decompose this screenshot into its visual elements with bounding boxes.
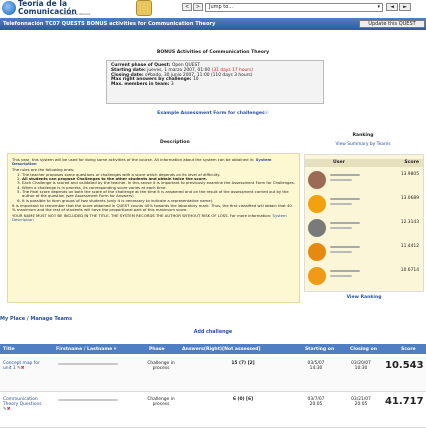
page-title: BONUS Activities of Communication Theory [156,50,270,55]
mascot-icon [136,0,152,16]
nav-forward-button[interactable]: > [193,3,203,11]
next-activity-button[interactable]: ► [399,3,411,11]
description-panel: This year, this system will be used for … [7,153,300,303]
start-date-cell: 03/7/07 20:05 [307,397,325,407]
nav-back-button[interactable]: < [182,3,192,11]
view-summary-link[interactable]: View Summary by Teams [304,142,422,147]
example-assessment-label: Example Assessment Form for challenges [157,111,265,116]
answers-cell[interactable]: 15 (7) [2] [218,361,268,366]
col-close[interactable]: Closing on [350,347,377,352]
ranking-heading: Ranking [352,133,374,138]
user-name-redacted [330,174,360,176]
col-start[interactable]: Starting on [305,347,334,352]
add-challenge-link[interactable]: Add challenge [0,330,426,335]
ranking-score: 13.0689 [400,196,419,201]
col-title[interactable]: Title [3,347,15,352]
header: Teoría de la Comunicación Universidad de… [0,0,426,18]
app-subtitle: Universidad de Valladolid [60,13,91,16]
ranking-table: User Score 13.9805 13.0689 12.3143 11.4412 1… [304,154,424,292]
avatar[interactable] [308,243,326,261]
important-note: It is important to remember that the sco… [12,202,292,213]
avatar[interactable] [308,171,326,189]
avatar[interactable] [308,267,326,285]
ranking-row[interactable]: 13.0689 [305,193,423,215]
challenge-title-link[interactable]: Communication Theory Questions ✎✖ [3,397,49,412]
ranking-row[interactable]: 13.9805 [305,169,423,191]
score-cell: 41.717 [385,396,424,407]
view-ranking-link[interactable]: View Ranking [304,295,424,300]
avatar[interactable] [308,219,326,237]
ranking-score: 13.9805 [400,172,419,177]
col-answers[interactable]: Answers(Right)[Not assessed] [182,347,261,352]
phase-cell: Challenge in process [147,361,175,371]
col-phase[interactable]: Phase [149,347,165,352]
update-quest-button[interactable]: Update this QUEST [359,20,425,28]
user-name-redacted [330,227,352,229]
author-name-redacted [58,399,118,401]
user-name-redacted [330,179,352,181]
description-intro: This year, this system will be used for … [12,157,255,162]
quest-info-box: Current phase of Quest: Open QUEST Start… [106,60,324,104]
teams-table-header: Title Firstname / Lastname ▾ Phase Answe… [0,344,426,354]
col-name[interactable]: Firstname / Lastname ▾ [56,347,116,352]
max-answers-value: 10 [192,77,199,83]
score-cell: 10.543 [385,360,424,371]
start-date-cell: 03/5/07 14:30 [307,361,325,371]
max-members-label: Max. members in team: [111,82,170,88]
user-name-redacted [330,203,352,205]
breadcrumb[interactable]: Telefonnación TC07 QUESTS BONUS activiti… [3,21,215,27]
navigation-bar: Telefonnación TC07 QUESTS BONUS activiti… [0,18,426,30]
challenge-title-link[interactable]: Concept map for unit 1 ✎✖ [3,361,49,371]
table-row: Concept map for unit 1 ✎✖ Challenge in pr… [0,357,426,392]
prev-activity-button[interactable]: ◄ [386,3,398,11]
breadcrumb-my-place[interactable]: My Place / Manage Teams [0,316,72,322]
col-score[interactable]: Score [401,347,416,352]
ranking-header: User Score [305,159,423,167]
user-name-redacted [330,270,360,272]
example-assessment-link[interactable]: Example Assessment Form for challenges☉ [0,111,426,116]
user-name-redacted [330,222,360,224]
ranking-row[interactable]: 12.3143 [305,217,423,239]
ranking-row[interactable]: 11.4412 [305,241,423,263]
ranking-col-score: Score [404,160,419,165]
ranking-score: 10.6714 [400,268,419,273]
avatar[interactable] [308,195,326,213]
ranking-row[interactable]: 10.6714 [305,265,423,287]
table-row: Communication Theory Questions ✎✖ Challen… [0,393,426,428]
close-date-cell: 03/20/07 10:30 [351,361,371,371]
user-name-redacted [330,275,352,277]
ranking-col-user: User [333,160,345,165]
ranking-score: 12.3143 [400,220,419,225]
max-members-value: 3 [170,82,174,88]
user-name-redacted [330,198,360,200]
logo-icon [2,1,16,15]
delete-icon[interactable]: ✖ [7,407,11,412]
description-heading: Description [160,140,190,145]
delete-icon[interactable]: ✖ [21,366,25,371]
rules-list: The teacher proposes some questions or c… [22,172,295,203]
user-name-redacted [330,251,352,253]
author-name-redacted [58,363,118,365]
jump-to-label: Jump to... [209,4,233,10]
chevron-down-icon: ▾ [377,4,380,10]
user-name-redacted [330,246,360,248]
sort-icon: ▾ [113,347,117,352]
close-date-cell: 03/21/07 20:05 [351,397,371,407]
ranking-score: 11.4412 [400,244,419,249]
jump-to-select[interactable]: Jump to... ▾ [205,3,383,12]
answers-cell[interactable]: 6 (0) [6] [218,397,268,402]
phase-cell: Challenge in process [147,397,175,407]
help-icon: ☉ [264,111,269,116]
warning-note: YOUR NAME MUST NOT BE INCLUDED IN THE TI… [12,212,272,218]
